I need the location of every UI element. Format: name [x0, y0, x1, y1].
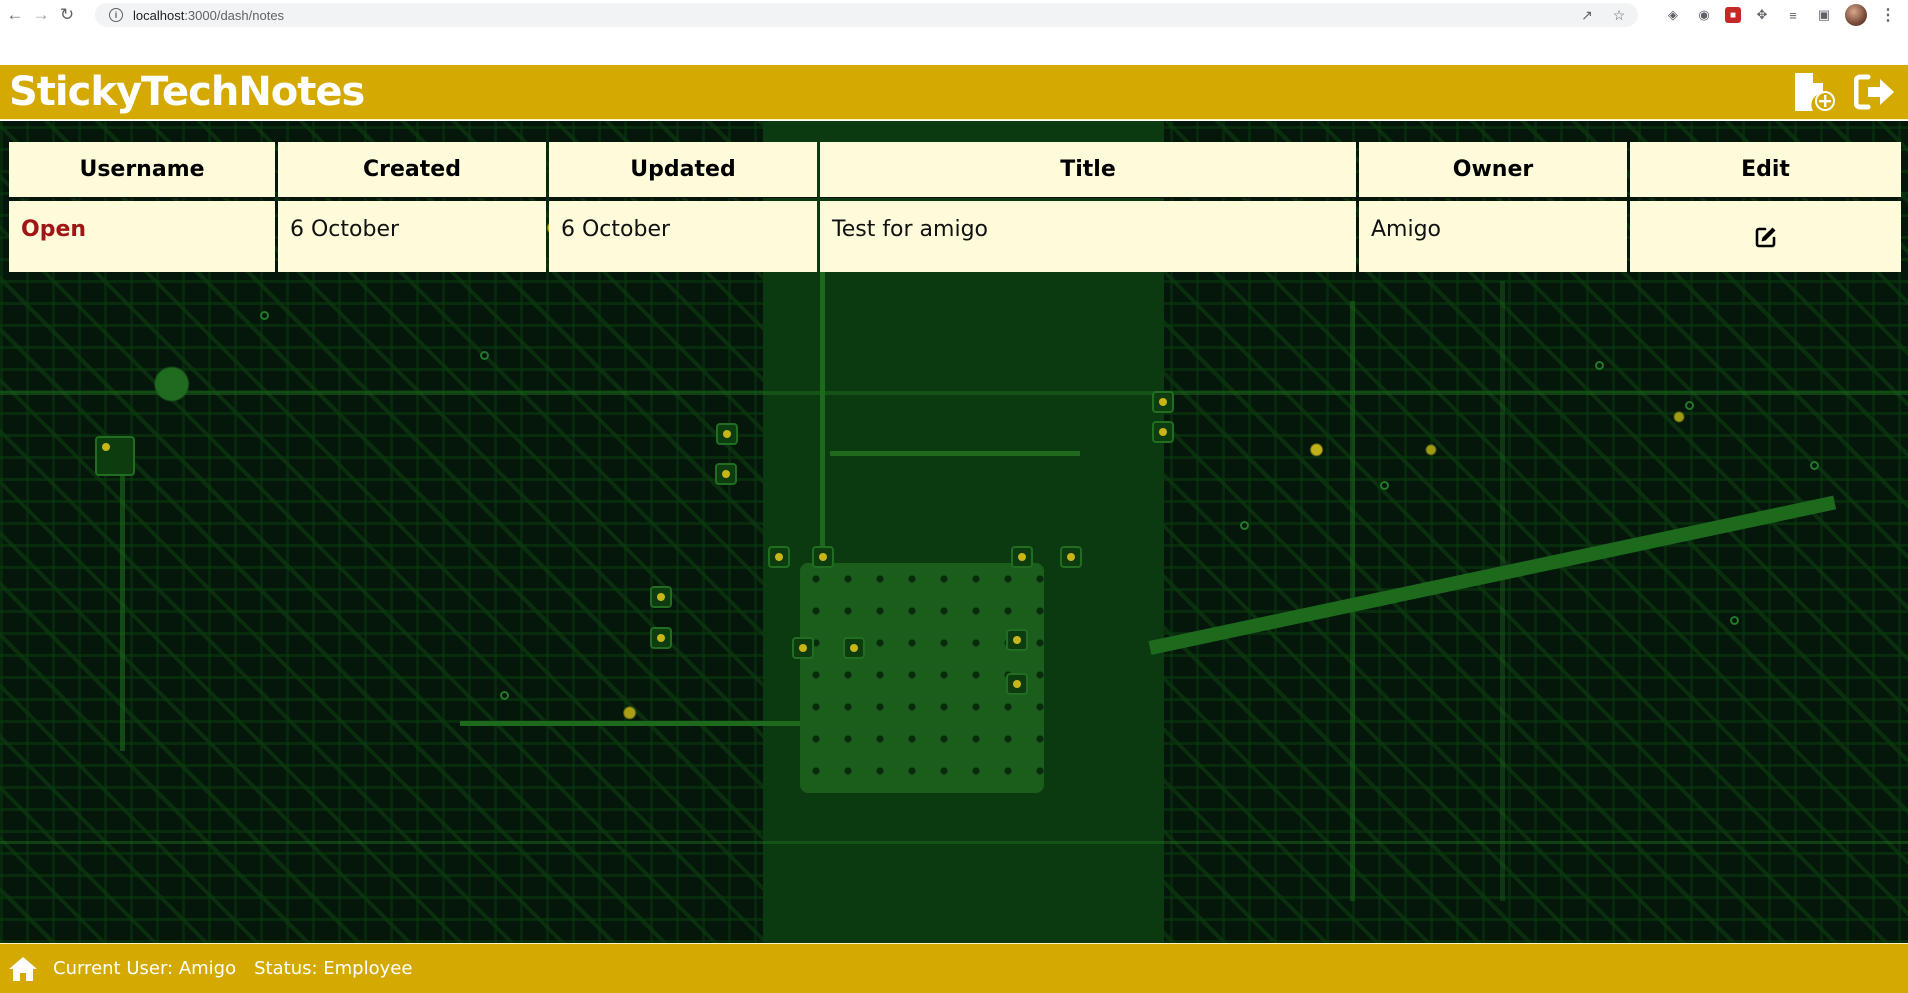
app-footer: Current User: Amigo Status: Employee [0, 943, 1908, 993]
extension-translate-icon[interactable]: ◈ [1663, 5, 1683, 25]
side-panel-icon[interactable]: ▣ [1814, 5, 1834, 25]
extension-eye-icon[interactable]: ◉ [1694, 5, 1714, 25]
reading-list-icon[interactable]: ≡ [1783, 5, 1803, 25]
extensions-puzzle-icon[interactable]: ✥ [1752, 5, 1772, 25]
profile-avatar[interactable] [1845, 4, 1867, 26]
home-button[interactable] [5, 951, 41, 987]
column-header-updated: Updated [549, 142, 817, 198]
forward-button[interactable]: → [28, 0, 54, 30]
notes-page: Username Created Updated Title Owner Edi… [0, 121, 1908, 943]
url-text: localhost:3000/dash/notes [133, 7, 285, 23]
app-title-link[interactable]: StickyTechNotes [9, 69, 365, 115]
edit-note-button[interactable] [1751, 222, 1781, 252]
extension-red-icon[interactable]: ■ [1725, 7, 1741, 23]
back-button[interactable]: ← [2, 0, 28, 30]
new-note-button[interactable] [1792, 69, 1838, 115]
reload-button[interactable]: ↻ [54, 0, 80, 30]
logout-icon [1854, 74, 1894, 110]
note-title-cell: Test for amigo [820, 201, 1356, 272]
note-updated-cell: 6 October [549, 201, 817, 272]
note-created-cell: 6 October [278, 201, 546, 272]
edit-icon [1755, 227, 1775, 247]
logout-button[interactable] [1852, 69, 1898, 115]
column-header-title: Title [820, 142, 1356, 198]
note-owner-cell: Amigo [1359, 201, 1627, 272]
current-user-text: Current User: Amigo [53, 958, 237, 979]
notes-table: Username Created Updated Title Owner Edi… [9, 142, 1901, 272]
home-icon [9, 956, 37, 981]
share-icon[interactable]: ↗ [1578, 6, 1596, 24]
column-header-owner: Owner [1359, 142, 1627, 198]
note-status-cell: Open [9, 201, 275, 272]
browser-toolbar: ← → ↻ i localhost:3000/dash/notes ↗ ☆ ◈ … [0, 0, 1908, 30]
new-note-icon [1795, 73, 1835, 111]
address-bar[interactable]: i localhost:3000/dash/notes ↗ ☆ [95, 3, 1638, 27]
bookmark-star-icon[interactable]: ☆ [1610, 6, 1628, 24]
column-header-username: Username [9, 142, 275, 198]
browser-menu-icon[interactable]: ⋮ [1878, 5, 1898, 25]
site-info-icon[interactable]: i [109, 8, 123, 22]
column-header-edit: Edit [1630, 142, 1901, 198]
app-header: StickyTechNotes [0, 65, 1908, 120]
user-status-text: Status: Employee [254, 958, 413, 979]
note-edit-cell [1630, 201, 1901, 272]
column-header-created: Created [278, 142, 546, 198]
